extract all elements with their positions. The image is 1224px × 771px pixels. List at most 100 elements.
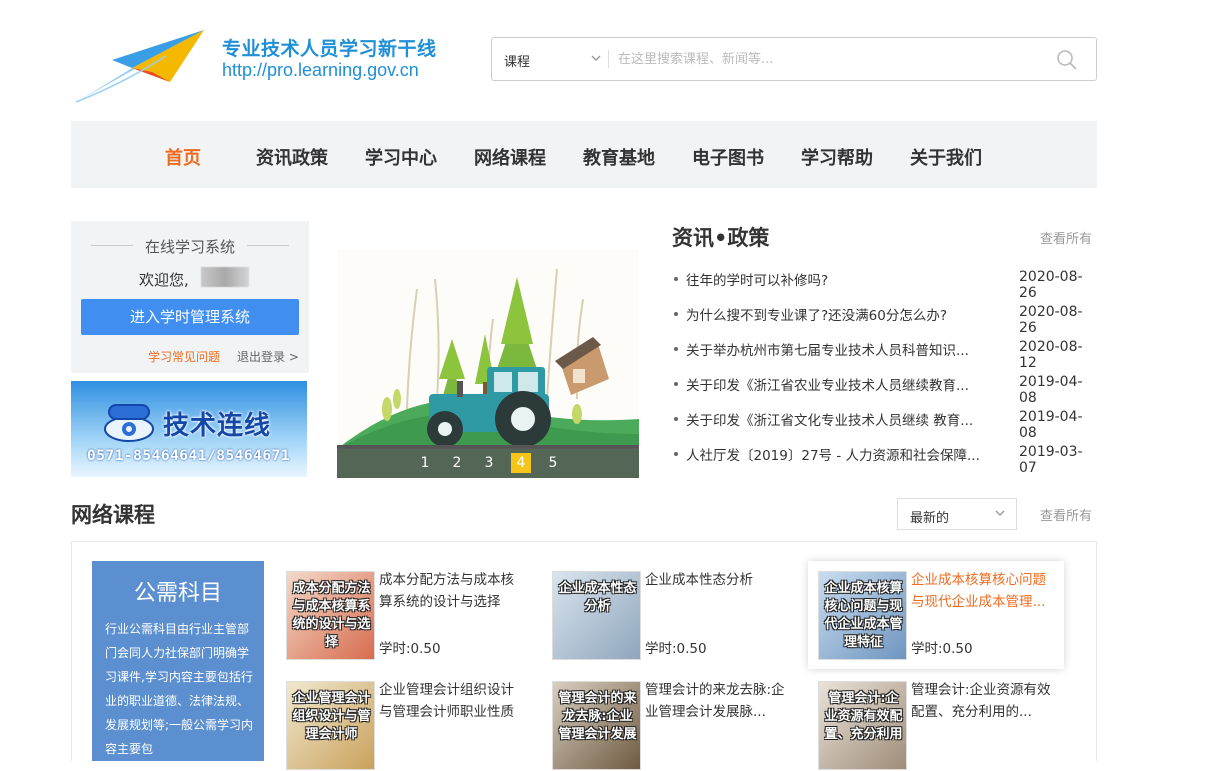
news-date: 2019-04-08 [1019,374,1083,406]
site-title: 专业技术人员学习新干线 [222,38,437,60]
public-subject-title: 公需科目 [133,581,222,606]
nav-item-about[interactable]: 关于我们 [910,144,982,170]
nav-item-education-base[interactable]: 教育基地 [583,144,655,170]
course-card[interactable]: 企业成本核算核心问题与现代企业成本管理特征 企业成本核算核心问题与现代企业成本管理… [808,561,1064,669]
nav-item-news-policy[interactable]: 资讯政策 [256,144,328,170]
news-date: 2020-08-26 [1019,269,1083,301]
carousel-dot-5[interactable]: 5 [543,453,563,473]
login-title: 在线学习系统 [144,238,235,256]
list-item[interactable]: 为什么搜不到专业课了?还没满60分怎么办? 2020-08-26 [672,303,1098,338]
course-card[interactable]: 企业成本性态分析 企业成本性态分析学时:0.50 [552,561,812,661]
news-title[interactable]: 为什么搜不到专业课了?还没满60分怎么办? [686,304,986,324]
course-thumbnail[interactable]: 企业成本核算核心问题与现代企业成本管理特征 [818,571,907,660]
news-date: 2020-08-12 [1019,339,1083,371]
course-thumbnail[interactable]: 成本分配方法与成本核算系统的设计与选择 [286,571,375,660]
course-thumbnail-text: 企业成本性态分析 [558,581,637,614]
public-subject-description: 行业公需科目由行业主管部门会同人力社保部门明确学习课件,学习内容主要包括行业的职… [105,622,254,756]
course-thumbnail[interactable]: 企业管理会计组织设计与管理会计师 [286,681,375,770]
site-logo[interactable]: 专业技术人员学习新干线 http://pro.learning.gov.cn [72,26,462,104]
course-title[interactable]: 管理会计:企业资源有效配置、充分利用的... [911,679,1059,723]
search-icon[interactable] [1056,49,1078,71]
news-view-all-link[interactable]: 查看所有 [1040,228,1092,247]
login-panel: 在线学习系统 欢迎您, 进入学时管理系统 学习常见问题 退出登录 > [71,221,309,373]
news-date: 2020-08-26 [1019,304,1083,336]
news-date: 2019-04-08 [1019,409,1083,441]
tech-hotline-banner[interactable]: 技术连线 0571-85464641/85464671 [71,381,307,477]
course-title[interactable]: 成本分配方法与成本核算系统的设计与选择 [379,569,527,613]
sort-value: 最新的 [910,511,950,526]
bullet [674,312,678,316]
faq-link[interactable]: 学习常见问题 [148,348,220,365]
chevron-down-icon[interactable] [590,52,602,64]
list-item[interactable]: 关于印发《浙江省文化专业技术人员继续 教育... 2019-04-08 [672,408,1098,443]
tech-hotline-phone: 0571-85464641/85464671 [87,448,291,464]
course-thumbnail-text: 成本分配方法与成本核算系统的设计与选择 [292,581,371,650]
course-thumbnail[interactable]: 管理会计的来龙去脉:企业管理会计发展 [552,681,641,770]
list-item[interactable]: 关于举办杭州市第七届专业技术人员科普知识... 2020-08-12 [672,338,1098,373]
site-url: http://pro.learning.gov.cn [222,60,419,80]
course-thumbnail-text: 管理会计:企业资源有效配置、充分利用 [824,691,903,742]
bullet [674,382,678,386]
news-title[interactable]: 关于印发《浙江省文化专业技术人员继续 教育... [686,409,986,429]
carousel-pagination: 1 2 3 4 5 [337,448,639,478]
bullet [674,417,678,421]
list-item[interactable]: 往年的学时可以补修吗? 2020-08-26 [672,268,1098,303]
news-date: 2019-03-07 [1019,444,1083,476]
course-thumbnail-text: 企业成本核算核心问题与现代企业成本管理特征 [824,581,903,650]
news-title[interactable]: 往年的学时可以补修吗? [686,269,986,289]
course-title[interactable]: 企业成本性态分析 [645,569,793,613]
course-hours: 学时:0.50 [645,641,707,657]
course-hours: 学时:0.50 [379,641,441,657]
course-thumbnail-text: 企业管理会计组织设计与管理会计师 [292,691,371,742]
telephone-icon [104,404,154,442]
carousel-dot-3[interactable]: 3 [479,453,499,473]
course-card[interactable]: 管理会计:企业资源有效配置、充分利用 管理会计:企业资源有效配置、充分利用的... [818,671,1078,771]
image-carousel[interactable]: 1 2 3 4 5 [337,249,639,478]
list-item[interactable]: 人社厅发〔2019〕27号 - 人力资源和社会保障... 2019-03-07 [672,443,1098,478]
list-item[interactable]: 关于印发《浙江省农业专业技术人员继续教育... 2019-04-08 [672,373,1098,408]
news-section-title: 资讯•政策 [672,226,770,250]
paper-plane-logo-icon [75,30,204,103]
news-title[interactable]: 关于举办杭州市第七届专业技术人员科普知识... [686,339,986,359]
course-sort-select[interactable]: 最新的 [897,498,1017,530]
carousel-dot-2[interactable]: 2 [447,453,467,473]
nav-item-home[interactable]: 首页 [165,144,201,170]
carousel-dot-4[interactable]: 4 [511,453,531,473]
news-title[interactable]: 人社厅发〔2019〕27号 - 人力资源和社会保障... [686,444,986,464]
course-card[interactable]: 管理会计的来龙去脉:企业管理会计发展 管理会计的来龙去脉:企业管理会计发展脉... [552,671,812,771]
courses-section-title: 网络课程 [71,503,155,527]
main-nav: 首页 资讯政策 学习中心 网络课程 教育基地 电子图书 学习帮助 关于我们 [71,121,1097,188]
course-thumbnail-text: 管理会计的来龙去脉:企业管理会计发展 [558,691,637,742]
farm-tractor-illustration [337,249,639,478]
course-title[interactable]: 管理会计的来龙去脉:企业管理会计发展脉... [645,679,793,723]
public-subject-card[interactable]: 公需科目 行业公需科目由行业主管部门会同人力社保部门明确学习课件,学习内容主要包… [92,561,264,761]
nav-item-online-courses[interactable]: 网络课程 [474,144,546,170]
news-title[interactable]: 关于印发《浙江省农业专业技术人员继续教育... [686,374,986,394]
course-hours: 学时:0.50 [911,641,973,657]
courses-view-all-link[interactable]: 查看所有 [1040,505,1092,524]
bullet [674,277,678,281]
user-name-redacted [201,267,249,287]
search-input[interactable] [618,45,1038,73]
search-bar: 课程 [491,37,1097,81]
welcome-text: 欢迎您, [139,271,189,289]
search-divider [608,50,609,68]
enter-hours-system-button[interactable]: 进入学时管理系统 [81,299,299,335]
course-card[interactable]: 成本分配方法与成本核算系统的设计与选择 成本分配方法与成本核算系统的设计与选择 学时… [286,561,546,661]
tech-hotline-title: 技术连线 [163,411,272,441]
bullet [674,452,678,456]
nav-item-learning-center[interactable]: 学习中心 [365,144,437,170]
nav-item-help[interactable]: 学习帮助 [801,144,873,170]
logout-link[interactable]: 退出登录 > [237,348,299,365]
course-thumbnail[interactable]: 管理会计:企业资源有效配置、充分利用 [818,681,907,770]
course-title[interactable]: 企业管理会计组织设计与管理会计师职业性质 [379,679,527,723]
bullet [674,347,678,351]
course-card[interactable]: 企业管理会计组织设计与管理会计师 企业管理会计组织设计与管理会计师职业性质 [286,671,546,771]
course-thumbnail[interactable]: 企业成本性态分析 [552,571,641,660]
nav-item-ebooks[interactable]: 电子图书 [692,144,764,170]
course-title[interactable]: 企业成本核算核心问题与现代企业成本管理... [911,569,1059,613]
carousel-dot-1[interactable]: 1 [415,453,435,473]
chevron-down-icon [994,507,1006,522]
news-list: 往年的学时可以补修吗? 2020-08-26 为什么搜不到专业课了?还没满60分怎… [672,268,1098,478]
search-type-select[interactable]: 课程 [504,51,530,70]
